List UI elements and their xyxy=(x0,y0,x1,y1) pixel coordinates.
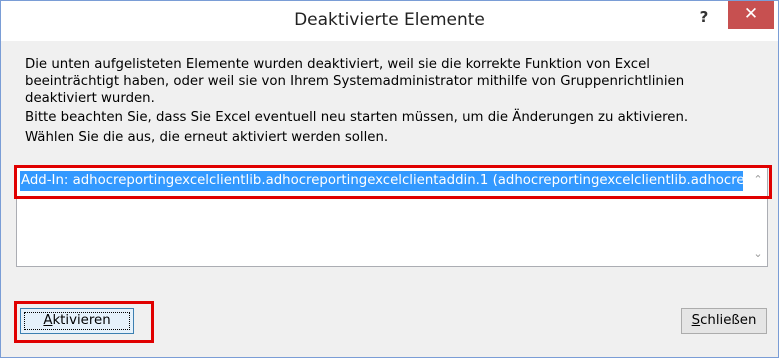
close-icon: ✕ xyxy=(743,4,759,24)
close-button[interactable]: Schließen xyxy=(681,308,767,334)
title-bar: Deaktivierte Elemente ? ✕ xyxy=(1,1,778,41)
message-line-3: deaktiviert wurden. xyxy=(25,91,155,106)
help-button[interactable]: ? xyxy=(692,5,716,29)
disabled-items-dialog: Deaktivierte Elemente ? ✕ Die unten aufg… xyxy=(0,0,779,358)
close-window-button[interactable]: ✕ xyxy=(728,1,774,29)
select-instruction: Wählen Sie die aus, die erneut aktiviert… xyxy=(25,130,389,145)
chevron-down-icon[interactable]: ⌄ xyxy=(752,248,764,260)
activate-button-highlight-box xyxy=(14,301,154,343)
message-line-2: beeinträchtigt haben, oder weil sie von … xyxy=(25,74,685,89)
message-line-1: Die unten aufgelisteten Elemente wurden … xyxy=(25,57,650,72)
dialog-title: Deaktivierte Elemente xyxy=(294,10,485,30)
list-item-highlight-box xyxy=(14,165,772,199)
restart-note: Bitte beachten Sie, dass Sie Excel event… xyxy=(25,110,689,125)
